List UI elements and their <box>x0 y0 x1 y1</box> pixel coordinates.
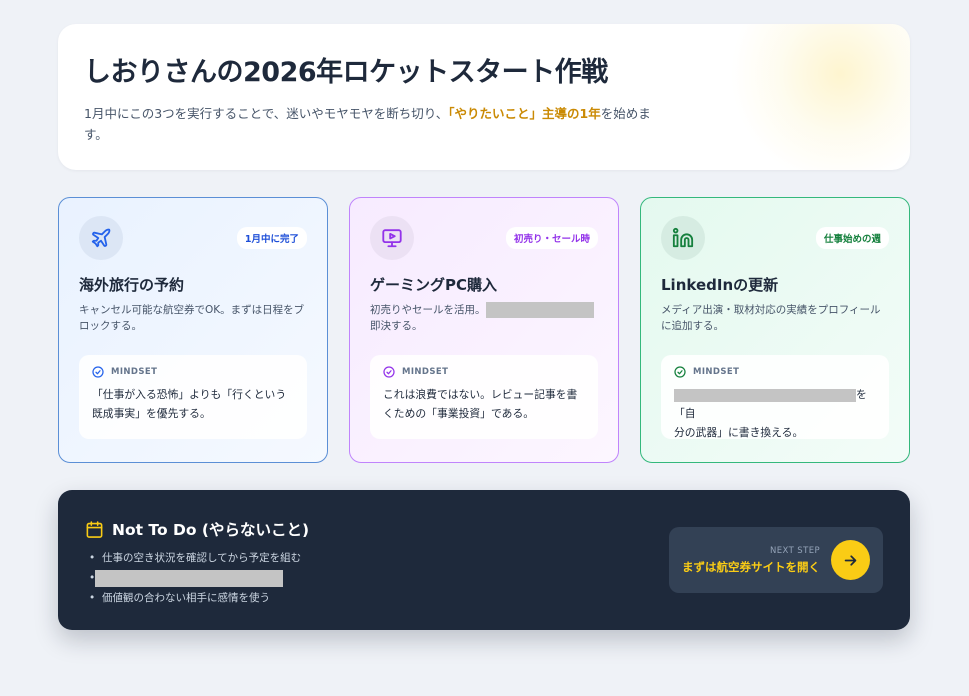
mindset-text: を「自 分の武器」に書き換える。 <box>674 385 876 442</box>
page-description: 1月中にこの3つを実行することで、迷いやモヤモヤを断ち切り、「やりたいこと」主導… <box>84 103 654 145</box>
next-step-action: まずは航空券サイトを開く <box>682 559 820 574</box>
redacted-block <box>95 569 283 587</box>
task-card-pc: 初売り・セール時 ゲーミングPC購入 初売りやセールを活用。即決する。 MIND… <box>349 197 619 463</box>
calendar-icon <box>86 520 103 538</box>
description-highlight: 「やりたいこと」主導の1年 <box>448 106 601 121</box>
card-description-text: 初売りやセールを活用。 <box>370 304 486 316</box>
not-to-do-panel: Not To Do (やらないこと) 仕事の空き状況を確認してから予定を組む 価… <box>58 490 910 630</box>
mindset-box: MINDSET 「仕事が入る恐怖」よりも「行くという既成事実」を優先する。 <box>79 355 307 439</box>
monitor-play-icon <box>370 216 414 260</box>
linkedin-icon <box>661 216 705 260</box>
deadline-badge: 仕事始めの週 <box>815 227 889 249</box>
next-step-label: NEXT STEP <box>770 545 820 556</box>
description-text: 1月中にこの3つを実行することで、迷いやモヤモヤを断ち切り、 <box>84 106 449 121</box>
check-circle-icon <box>674 366 686 378</box>
card-title: 海外旅行の予約 <box>79 276 185 294</box>
check-circle-icon <box>383 366 395 378</box>
arrow-right-icon[interactable] <box>831 540 870 580</box>
check-circle-icon <box>92 366 104 378</box>
card-description: 初売りやセールを活用。即決する。 <box>370 302 598 336</box>
mindset-box: MINDSET これは浪費ではない。レビュー記事を書くための「事業投資」である。 <box>370 355 598 439</box>
next-step-button[interactable]: NEXT STEP まずは航空券サイトを開く <box>669 527 883 593</box>
airplane-icon <box>79 216 123 260</box>
card-description-text-end: 即決する。 <box>370 320 423 332</box>
mindset-text: 「仕事が入る恐怖」よりも「行くという既成事実」を優先する。 <box>92 388 287 420</box>
card-title: LinkedInの更新 <box>661 276 779 294</box>
mindset-label: MINDSET <box>693 367 740 377</box>
redacted-block <box>674 388 856 402</box>
task-card-linkedin: 仕事始めの週 LinkedInの更新 メディア出演・取材対応の実績をプロフィール… <box>640 197 910 463</box>
task-card-travel: 1月中に完了 海外旅行の予約 キャンセル可能な航空券でOK。まずは日程をブロック… <box>58 197 328 463</box>
card-description: キャンセル可能な航空券でOK。まずは日程をブロックする。 <box>79 304 305 332</box>
mindset-text-part: 分の武器」に書き換える。 <box>674 426 804 439</box>
mindset-box: MINDSET を「自 分の武器」に書き換える。 <box>661 355 889 439</box>
mindset-label: MINDSET <box>402 367 449 377</box>
redacted-block <box>485 302 594 318</box>
card-title: ゲーミングPC購入 <box>370 276 498 294</box>
mindset-text: これは浪費ではない。レビュー記事を書くための「事業投資」である。 <box>383 388 578 420</box>
not-to-do-title: Not To Do (やらないこと) <box>112 521 310 539</box>
mindset-label: MINDSET <box>111 367 158 377</box>
deadline-badge: 1月中に完了 <box>236 227 307 249</box>
page-title: しおりさんの2026年ロケットスタート作戦 <box>84 57 608 88</box>
header-card: しおりさんの2026年ロケットスタート作戦 1月中にこの3つを実行することで、迷… <box>58 24 910 170</box>
deadline-badge: 初売り・セール時 <box>505 227 598 249</box>
card-description: メディア出演・取材対応の実績をプロフィールに追加する。 <box>661 304 881 332</box>
